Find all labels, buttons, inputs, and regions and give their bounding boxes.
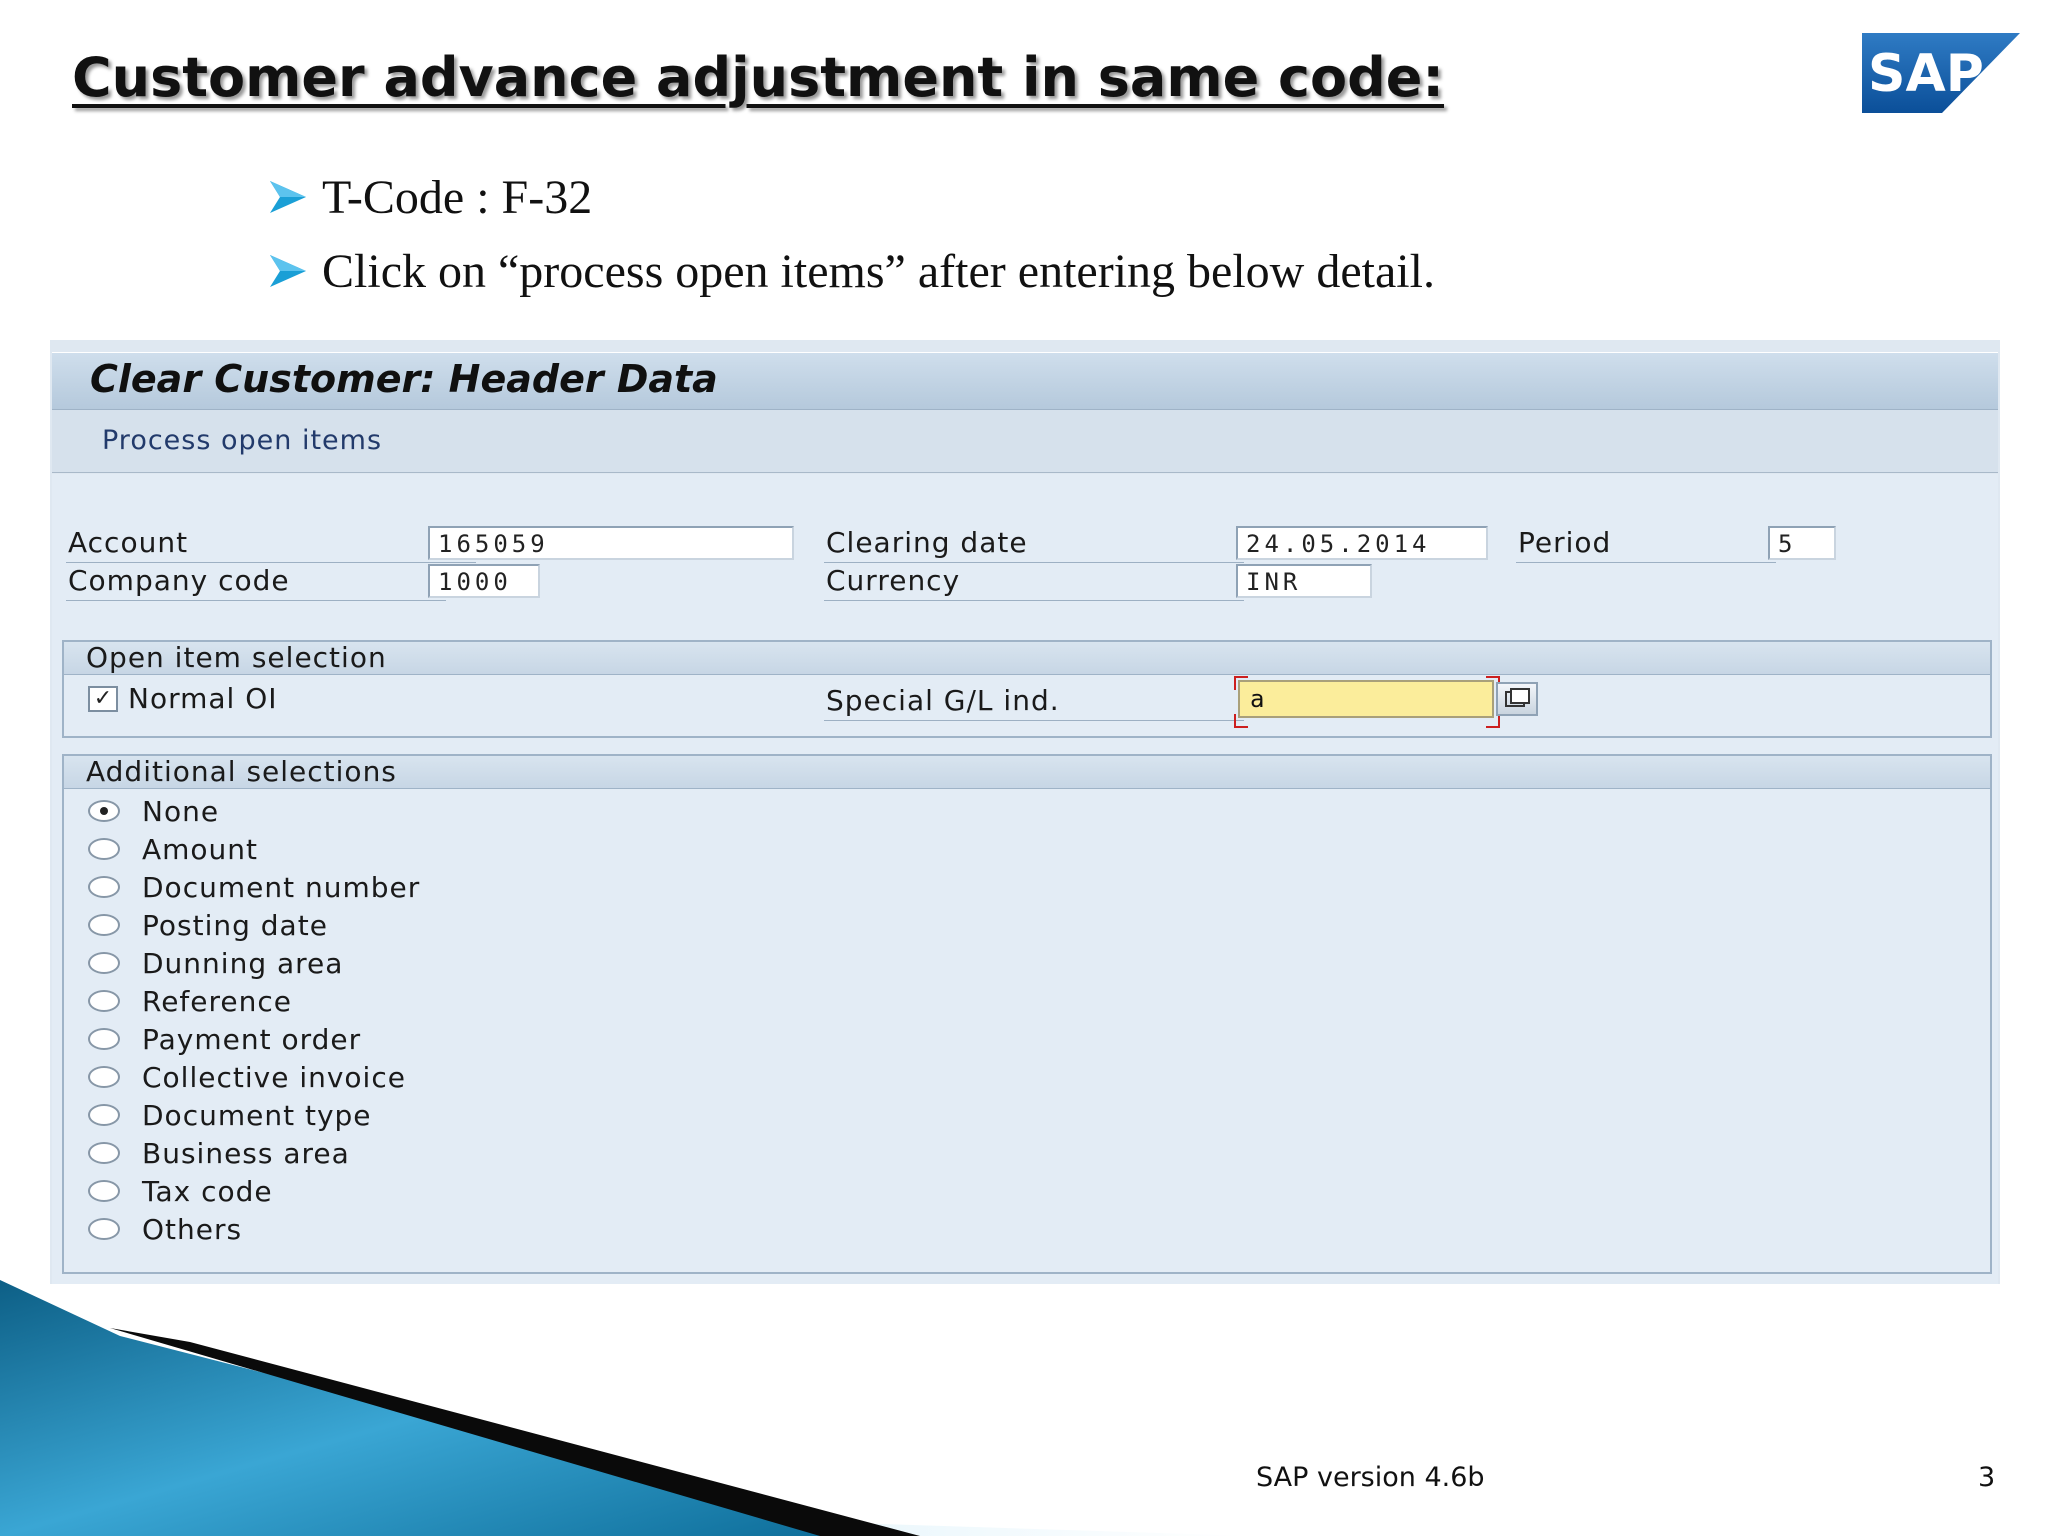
special-gl-field[interactable]: a (1238, 680, 1494, 718)
company-code-label: Company code (68, 564, 290, 597)
radio-option-dunning-area[interactable]: Dunning area (88, 944, 343, 982)
account-field[interactable]: 165059 (428, 526, 794, 560)
radio-icon[interactable] (88, 1104, 120, 1126)
radio-icon[interactable] (88, 914, 120, 936)
normal-oi-label: Normal OI (128, 682, 278, 715)
label-underline (66, 600, 446, 601)
radio-option-others[interactable]: Others (88, 1210, 242, 1248)
radio-label: Tax code (142, 1174, 273, 1208)
radio-icon[interactable] (88, 1066, 120, 1088)
radio-icon[interactable] (88, 1142, 120, 1164)
focus-corner (1234, 676, 1248, 690)
radio-icon[interactable] (88, 952, 120, 974)
footer-text: SAP version 4.6b (1256, 1462, 1485, 1493)
radio-label: Reference (142, 984, 292, 1018)
special-gl-label: Special G/L ind. (826, 684, 1060, 717)
radio-icon[interactable] (88, 1028, 120, 1050)
radio-option-posting-date[interactable]: Posting date (88, 906, 328, 944)
clearing-date-field[interactable]: 24.05.2014 (1236, 526, 1488, 560)
radio-label: Business area (142, 1136, 350, 1170)
label-underline (824, 600, 1244, 601)
bullet-item: T-Code : F-32 (268, 160, 1435, 234)
application-toolbar: Process open items (52, 410, 1998, 473)
bullet-text: T-Code : F-32 (322, 170, 593, 224)
screen-body: Account 165059 Clearing date 24.05.2014 … (52, 474, 1998, 1284)
radio-selected-icon[interactable] (88, 800, 120, 822)
clearing-date-label: Clearing date (826, 526, 1028, 559)
sap-screen: Clear Customer: Header Data Process open… (50, 340, 2000, 1284)
additional-selections-group: Additional selections (62, 754, 1992, 1274)
arrow-bullet-icon (270, 255, 306, 287)
radio-label: Amount (142, 832, 259, 866)
screen-title: Clear Customer: Header Data (90, 357, 718, 401)
radio-option-document-type[interactable]: Document type (88, 1096, 372, 1134)
page-number: 3 (1978, 1462, 1996, 1493)
decorative-swoosh (0, 1280, 1250, 1536)
slide-title: Customer advance adjustment in same code… (72, 46, 1445, 109)
label-underline (824, 562, 1244, 563)
label-underline (1516, 562, 1776, 563)
radio-label: Document type (142, 1098, 372, 1132)
sap-logo: SAP (1862, 33, 2020, 113)
arrow-bullet-icon (270, 181, 306, 213)
radio-option-tax-code[interactable]: Tax code (88, 1172, 273, 1210)
value-help-button[interactable] (1496, 682, 1538, 716)
radio-label: Collective invoice (142, 1060, 406, 1094)
bullet-list: T-Code : F-32 Click on “process open ite… (268, 160, 1435, 308)
radio-label: Others (142, 1212, 243, 1246)
bullet-text: Click on “process open items” after ente… (322, 244, 1435, 298)
radio-label: Dunning area (142, 946, 344, 980)
company-code-field[interactable]: 1000 (428, 564, 540, 598)
radio-icon[interactable] (88, 1218, 120, 1240)
currency-label: Currency (826, 564, 961, 597)
focus-corner (1234, 714, 1248, 728)
group-title: Open item selection (64, 642, 1990, 675)
label-underline (824, 720, 1244, 721)
radio-option-amount[interactable]: Amount (88, 830, 258, 868)
radio-icon[interactable] (88, 1180, 120, 1202)
radio-option-document-number[interactable]: Document number (88, 868, 420, 906)
value-help-icon (1505, 688, 1530, 707)
account-label: Account (68, 526, 189, 559)
radio-icon[interactable] (88, 990, 120, 1012)
radio-option-reference[interactable]: Reference (88, 982, 292, 1020)
radio-option-none[interactable]: None (88, 792, 219, 830)
bullet-item: Click on “process open items” after ente… (268, 234, 1435, 308)
radio-option-collective-invoice[interactable]: Collective invoice (88, 1058, 406, 1096)
normal-oi-checkbox[interactable]: ✓ (88, 686, 118, 712)
group-title: Additional selections (64, 756, 1990, 789)
radio-icon[interactable] (88, 876, 120, 898)
label-underline (66, 562, 476, 563)
radio-option-business-area[interactable]: Business area (88, 1134, 350, 1172)
radio-label: Payment order (142, 1022, 362, 1056)
period-field[interactable]: 5 (1768, 526, 1836, 560)
radio-label: None (142, 794, 220, 828)
currency-field[interactable]: INR (1236, 564, 1372, 598)
radio-option-payment-order[interactable]: Payment order (88, 1020, 361, 1058)
radio-label: Posting date (142, 908, 328, 942)
sap-logo-text: SAP (1868, 44, 1984, 104)
process-open-items-button[interactable]: Process open items (96, 424, 388, 457)
screen-header: Clear Customer: Header Data (52, 352, 1998, 410)
period-label: Period (1518, 526, 1612, 559)
radio-label: Document number (142, 870, 421, 904)
radio-icon[interactable] (88, 838, 120, 860)
